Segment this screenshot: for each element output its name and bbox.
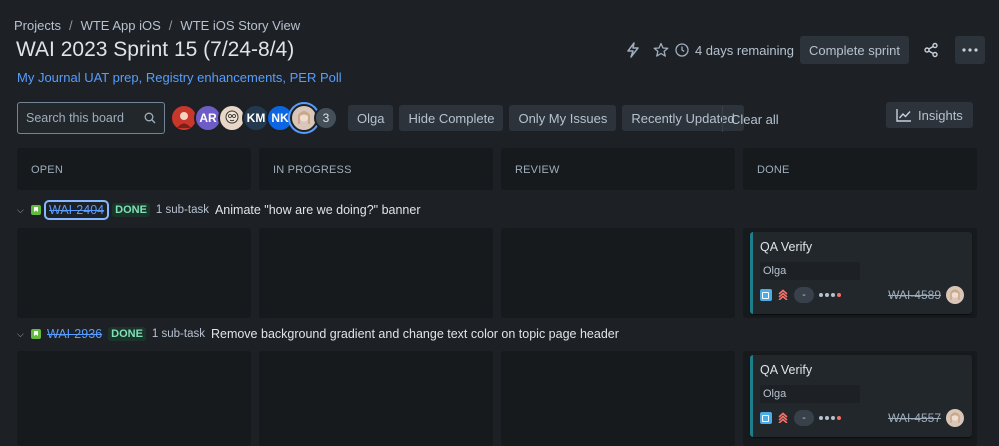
swimlane-summary: Animate "how are we doing?" banner <box>214 203 421 217</box>
chart-line-icon <box>896 109 911 122</box>
card-epic: Olga <box>760 262 964 280</box>
clock-icon <box>675 43 689 57</box>
column-cell <box>501 351 735 446</box>
swimlane-header[interactable]: ⌵ WAI-2936 DONE 1 sub-task Remove backgr… <box>17 327 619 341</box>
quick-filters: Olga Hide Complete Only My Issues Recent… <box>348 105 744 131</box>
search-icon <box>144 112 156 124</box>
card-epic-label: Olga <box>760 262 860 280</box>
card-title: QA Verify <box>760 363 813 377</box>
card-footer: - WAI-4589 <box>760 286 964 304</box>
subtask-count: 1 sub-task <box>155 204 209 216</box>
assignee-avatar[interactable] <box>946 409 964 427</box>
search-input[interactable]: Search this board <box>17 102 165 134</box>
complete-sprint-button[interactable]: Complete sprint <box>799 36 909 64</box>
priority-highest-icon <box>777 288 789 302</box>
insights-button[interactable]: Insights <box>886 102 973 128</box>
card-key-link[interactable]: WAI-4557 <box>888 411 941 425</box>
breadcrumb-separator: / <box>168 18 173 33</box>
card-footer: - WAI-4557 <box>760 409 964 427</box>
divider <box>722 106 723 132</box>
status-badge: DONE <box>112 203 150 217</box>
card-title: QA Verify <box>760 240 813 254</box>
page-title: WAI 2023 Sprint 15 (7/24-8/4) <box>16 38 295 61</box>
card-key-link[interactable]: WAI-4589 <box>888 288 941 302</box>
filter-hide-complete[interactable]: Hide Complete <box>399 105 504 131</box>
avatar-more-count[interactable]: 3 <box>314 106 338 130</box>
filter-olga[interactable]: Olga <box>348 105 394 131</box>
breadcrumb-project[interactable]: WTE App iOS <box>81 18 161 33</box>
clear-all-button[interactable]: Clear all <box>731 112 779 127</box>
filter-only-my-issues[interactable]: Only My Issues <box>509 105 617 131</box>
insights-label: Insights <box>918 107 963 123</box>
swimlane-header[interactable]: ⌵ WAI-2404 DONE 1 sub-task Animate "how … <box>17 200 421 220</box>
column-cell <box>259 351 493 446</box>
sprint-goal: My Journal UAT prep, Registry enhancemen… <box>17 70 342 85</box>
column-header-review: REVIEW <box>501 148 735 190</box>
subtask-count: 1 sub-task <box>151 328 205 340</box>
chevron-down-icon[interactable]: ⌵ <box>17 205 25 216</box>
subtask-icon <box>760 289 772 301</box>
card-epic-label: Olga <box>760 385 860 403</box>
assignee-avatar[interactable] <box>946 286 964 304</box>
priority-highest-icon <box>777 411 789 425</box>
estimate-badge: - <box>794 287 814 303</box>
breadcrumb-separator: / <box>68 18 73 33</box>
breadcrumb: Projects / WTE App iOS / WTE iOS Story V… <box>14 18 300 33</box>
status-badge: DONE <box>108 327 146 341</box>
subtask-icon <box>760 412 772 424</box>
progress-dots-icon <box>819 293 841 297</box>
issue-key-link[interactable]: WAI-2404 <box>43 200 110 220</box>
story-icon <box>31 205 41 215</box>
share-icon[interactable] <box>917 36 945 64</box>
breadcrumb-board[interactable]: WTE iOS Story View <box>180 18 300 33</box>
story-icon <box>31 329 41 339</box>
issue-card[interactable]: QA Verify Olga - WAI-4589 <box>750 232 972 314</box>
issue-key-link[interactable]: WAI-2936 <box>47 327 102 341</box>
progress-dots-icon <box>819 416 841 420</box>
estimate-badge: - <box>794 410 814 426</box>
column-header-in-progress: IN PROGRESS <box>259 148 493 190</box>
filter-recently-updated[interactable]: Recently Updated <box>622 105 744 131</box>
more-icon[interactable] <box>955 36 985 64</box>
column-cell <box>259 228 493 318</box>
breadcrumb-projects[interactable]: Projects <box>14 18 61 33</box>
swimlane-summary: Remove background gradient and change te… <box>210 327 619 341</box>
chevron-down-icon[interactable]: ⌵ <box>17 329 25 340</box>
card-epic: Olga <box>760 385 964 403</box>
column-cell <box>17 351 251 446</box>
header-actions: 4 days remaining Complete sprint <box>619 36 985 64</box>
search-placeholder: Search this board <box>26 111 124 125</box>
column-header-done: DONE <box>743 148 977 190</box>
column-header-open: OPEN <box>17 148 251 190</box>
days-remaining: 4 days remaining <box>675 43 794 58</box>
automation-icon[interactable] <box>619 36 647 64</box>
column-cell <box>501 228 735 318</box>
days-remaining-label: 4 days remaining <box>694 42 794 58</box>
avatar-group: AR KM NK 3 <box>170 104 338 132</box>
issue-card[interactable]: QA Verify Olga - WAI-4557 <box>750 355 972 437</box>
column-cell <box>17 228 251 318</box>
star-icon[interactable] <box>647 36 675 64</box>
